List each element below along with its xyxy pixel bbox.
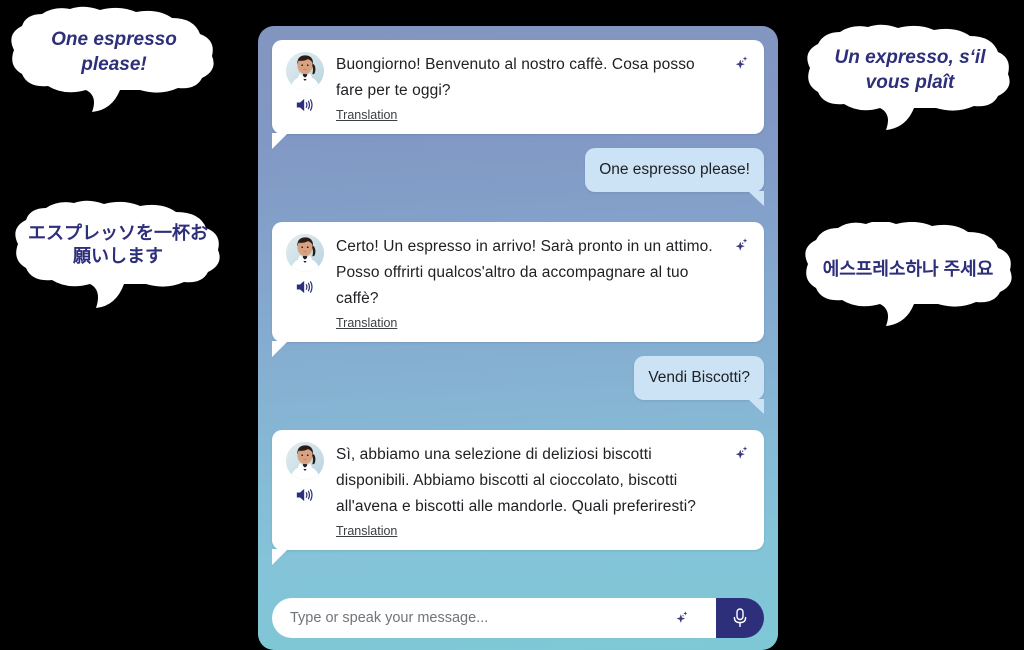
callout-text-french: Un expresso, s‘il vous plaît (834, 47, 986, 93)
user-message-row: One espresso please! (272, 148, 764, 206)
microphone-button[interactable] (716, 598, 764, 638)
user-message: Vendi Biscotti? (634, 356, 764, 414)
avatar (286, 52, 324, 90)
callout-text-korean: 에스프레소하나 주세요 (822, 259, 994, 279)
avatar-photo-icon (286, 234, 324, 272)
user-message: One espresso please! (585, 148, 764, 206)
translation-link[interactable]: Translation (336, 314, 397, 332)
callout-bubble-french: Un expresso, s‘il vous plaît (806, 24, 1014, 132)
bot-message: Buongiorno! Benvenuto al nostro caffè. C… (272, 40, 764, 149)
speaker-icon[interactable] (295, 278, 315, 296)
avatar-photo-icon (286, 442, 324, 480)
user-message-row: Vendi Biscotti? (272, 356, 764, 414)
translation-link[interactable]: Translation (336, 106, 397, 124)
chat-panel: Buongiorno! Benvenuto al nostro caffè. C… (258, 26, 778, 650)
bot-message: Certo! Un espresso in arrivo! Sarà pront… (272, 222, 764, 357)
bot-message-controls (284, 52, 326, 114)
callout-text-japanese: エスプレッソを一杯お願いします (28, 223, 208, 267)
microphone-icon (733, 608, 747, 628)
avatar-photo-icon (286, 52, 324, 90)
bot-message-text: Buongiorno! Benvenuto al nostro caffè. C… (336, 56, 695, 99)
speaker-icon[interactable] (295, 486, 315, 504)
sparkle-icon[interactable] (732, 236, 750, 254)
chat-message-list[interactable]: Buongiorno! Benvenuto al nostro caffè. C… (258, 26, 778, 586)
sparkle-icon[interactable] (732, 444, 750, 462)
bot-message-controls (284, 442, 326, 504)
bot-message-text: Certo! Un espresso in arrivo! Sarà pront… (336, 238, 713, 307)
composer-bar (258, 586, 778, 650)
bot-message-text: Sì, abbiamo una selezione di deliziosi b… (336, 446, 696, 515)
callout-bubble-english: One espresso please! (8, 6, 220, 114)
sparkle-icon[interactable] (732, 54, 750, 72)
translation-link[interactable]: Translation (336, 522, 397, 540)
avatar (286, 234, 324, 272)
callout-text-english: One espresso please! (51, 29, 177, 75)
speaker-icon[interactable] (295, 96, 315, 114)
callout-bubble-japanese: エスプレッソを一杯お願いします (10, 200, 226, 310)
composer-input-shell (272, 598, 764, 638)
bot-message-controls (284, 234, 326, 296)
callout-bubble-korean: 에스프레소하나 주세요 (800, 222, 1016, 328)
bot-message: Sì, abbiamo una selezione di deliziosi b… (272, 430, 764, 565)
screenshot-root: One espresso please! エスプレッソを一杯お願いします Un … (0, 0, 1024, 650)
message-input[interactable] (272, 598, 716, 638)
avatar (286, 442, 324, 480)
